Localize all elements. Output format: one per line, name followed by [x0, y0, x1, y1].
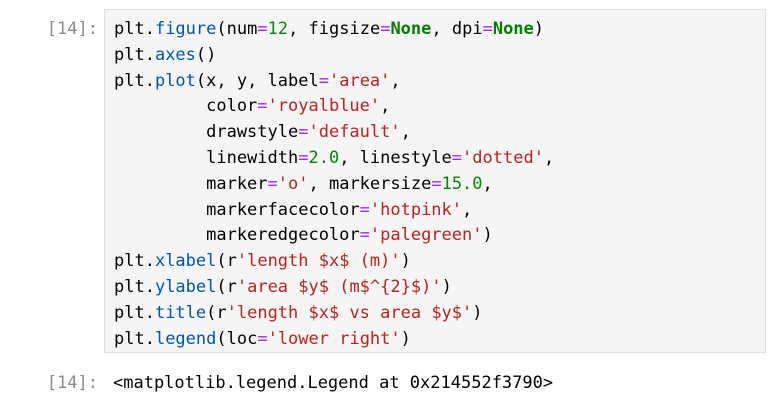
code-token: plt.	[114, 276, 155, 297]
code-token: 12	[267, 19, 289, 39]
code-token: =	[257, 19, 268, 39]
code-token: =	[298, 122, 309, 143]
output-prompt: [14]:	[46, 373, 98, 393]
code-line: color='royalblue',	[114, 94, 554, 120]
code-token: marker	[114, 173, 268, 194]
code-token: None	[390, 19, 432, 39]
code-token: )	[400, 251, 411, 272]
code-line: plt.ylabel(r'area $y$ (m$^{2}$)')	[114, 275, 554, 301]
code-token: (loc	[216, 328, 258, 349]
code-token: 'o'	[277, 173, 309, 194]
code-token: =	[431, 173, 442, 194]
code-token: 'area'	[328, 70, 391, 91]
code-token: ,	[462, 199, 473, 220]
code-token: =	[257, 96, 268, 117]
code-token: ,	[380, 96, 391, 117]
code-token: title	[154, 302, 207, 323]
code-token: plt.	[114, 19, 155, 39]
code-line: plt.legend(loc='lower right')	[114, 327, 554, 353]
code-token: legend	[154, 328, 217, 349]
code-line: linewidth=2.0, linestyle='dotted',	[114, 146, 554, 172]
code-cell-input[interactable]: plt.figure(num=12, figsize=None, dpi=Non…	[104, 9, 766, 353]
code-token: , dpi	[431, 19, 483, 39]
code-token: 'default'	[308, 122, 401, 143]
code-token: =	[359, 199, 370, 220]
code-token: 15.0	[441, 173, 483, 194]
code-token: ,	[543, 147, 555, 168]
code-token: , markersize	[308, 173, 432, 194]
code-token: =	[318, 70, 329, 91]
code-token: plot	[154, 70, 196, 91]
code-token: , linestyle	[339, 147, 452, 168]
code-token: 'hotpink'	[369, 199, 463, 220]
code-token: )	[441, 276, 452, 297]
code-token: plt.	[114, 44, 155, 65]
code-token: =	[359, 225, 370, 246]
cell-output-text: <matplotlib.legend.Legend at 0x214552f37…	[113, 373, 554, 393]
code-token: =	[380, 19, 391, 39]
code-token: 'length $x$ vs area $y$'	[226, 302, 473, 323]
code-token: )	[482, 225, 493, 246]
code-token: linewidth	[114, 147, 299, 168]
code-token: =	[267, 173, 278, 194]
code-token: (x, y, label	[195, 70, 319, 91]
code-line: plt.axes()	[114, 43, 554, 69]
code-token: markerfacecolor	[114, 199, 360, 220]
input-prompt: [14]:	[46, 19, 98, 39]
code-token: plt.	[114, 328, 155, 349]
code-token: markeredgecolor	[114, 225, 360, 246]
code-token: (r	[216, 251, 237, 272]
code-token: color	[114, 96, 258, 117]
code-token: (r	[216, 276, 237, 297]
code-token: 'dotted'	[462, 147, 544, 168]
code-token: figure	[154, 19, 217, 39]
code-token: 'lower right'	[267, 328, 401, 349]
code-line: plt.plot(x, y, label='area',	[114, 69, 554, 95]
code-token: =	[298, 147, 309, 168]
code-token: (r	[206, 302, 227, 323]
code-line: plt.figure(num=12, figsize=None, dpi=Non…	[114, 17, 554, 43]
code-token: plt.	[114, 70, 155, 91]
code-line: markerfacecolor='hotpink',	[114, 198, 554, 224]
code-token: , figsize	[288, 19, 381, 39]
code-token: )	[533, 19, 545, 39]
code-token: xlabel	[154, 251, 217, 272]
code-token: )	[400, 328, 411, 349]
code-token: 'royalblue'	[267, 96, 381, 117]
code-line: plt.title(r'length $x$ vs area $y$')	[114, 301, 554, 327]
code-token: =	[257, 328, 268, 349]
code-token: plt.	[114, 251, 155, 272]
code-token: drawstyle	[114, 122, 299, 143]
code-token: 'area $y$ (m$^{2}$)'	[236, 276, 442, 297]
code-token: axes	[154, 44, 196, 65]
code-token: 2.0	[308, 147, 340, 168]
code-token: (num	[216, 19, 258, 39]
code-line: marker='o', markersize=15.0,	[114, 172, 554, 198]
code-token: =	[451, 147, 463, 168]
code-line: drawstyle='default',	[114, 120, 554, 146]
code-token: =	[482, 19, 493, 39]
code-token: ()	[195, 44, 217, 65]
code-token: None	[492, 19, 534, 39]
code-token: ,	[390, 70, 401, 91]
code-token: ylabel	[154, 276, 217, 297]
code-editor[interactable]: plt.figure(num=12, figsize=None, dpi=Non…	[114, 17, 554, 352]
code-token: ,	[400, 122, 411, 143]
code-line: plt.xlabel(r'length $x$ (m)')	[114, 249, 554, 275]
code-token: plt.	[114, 302, 155, 323]
code-token: )	[472, 302, 483, 323]
code-token: ,	[482, 173, 493, 194]
code-token: 'palegreen'	[369, 225, 483, 246]
code-line: markeredgecolor='palegreen')	[114, 223, 554, 249]
code-token: 'length $x$ (m)'	[236, 251, 401, 272]
